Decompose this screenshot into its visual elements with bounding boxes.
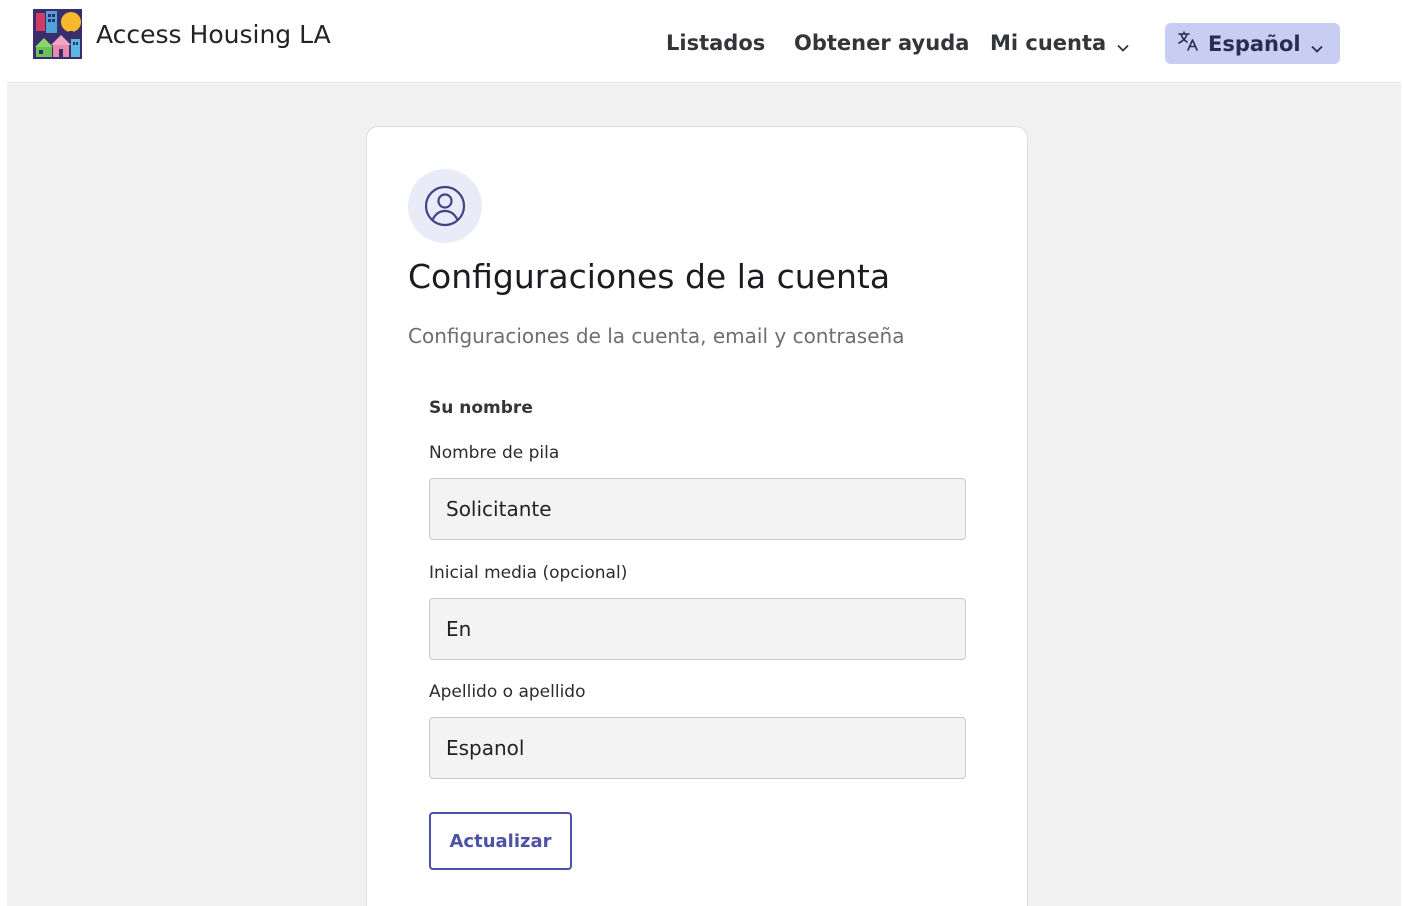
site-header: Access Housing LA Listados Obtener ayuda… [7,0,1401,83]
update-button[interactable]: Actualizar [429,812,572,870]
page-title: Configuraciones de la cuenta [408,257,891,296]
last-name-input[interactable] [429,717,966,779]
chevron-down-icon [1116,36,1130,52]
account-settings-card: Configuraciones de la cuenta Configuraci… [366,126,1028,906]
nav-link-help[interactable]: Obtener ayuda [794,31,969,55]
translate-icon [1177,30,1199,57]
housing-logo-icon[interactable] [33,9,82,59]
first-name-input[interactable] [429,478,966,540]
nav-account-label: Mi cuenta [990,31,1107,55]
chevron-down-icon [1310,37,1324,53]
language-label: Español [1208,31,1301,56]
last-name-label: Apellido o apellido [429,682,586,702]
site-title[interactable]: Access Housing LA [96,20,331,49]
main-content: Configuraciones de la cuenta Configuraci… [7,84,1401,906]
nav-link-listings[interactable]: Listados [666,31,765,55]
nav-account-menu[interactable]: Mi cuenta [990,31,1130,55]
page-subtitle: Configuraciones de la cuenta, email y co… [408,324,905,348]
first-name-label: Nombre de pila [429,443,560,463]
user-circle-icon [408,169,482,243]
name-section-label: Su nombre [429,398,533,418]
middle-initial-label: Inicial media (opcional) [429,563,628,583]
language-selector-button[interactable]: Español [1165,23,1340,64]
middle-initial-input[interactable] [429,598,966,660]
